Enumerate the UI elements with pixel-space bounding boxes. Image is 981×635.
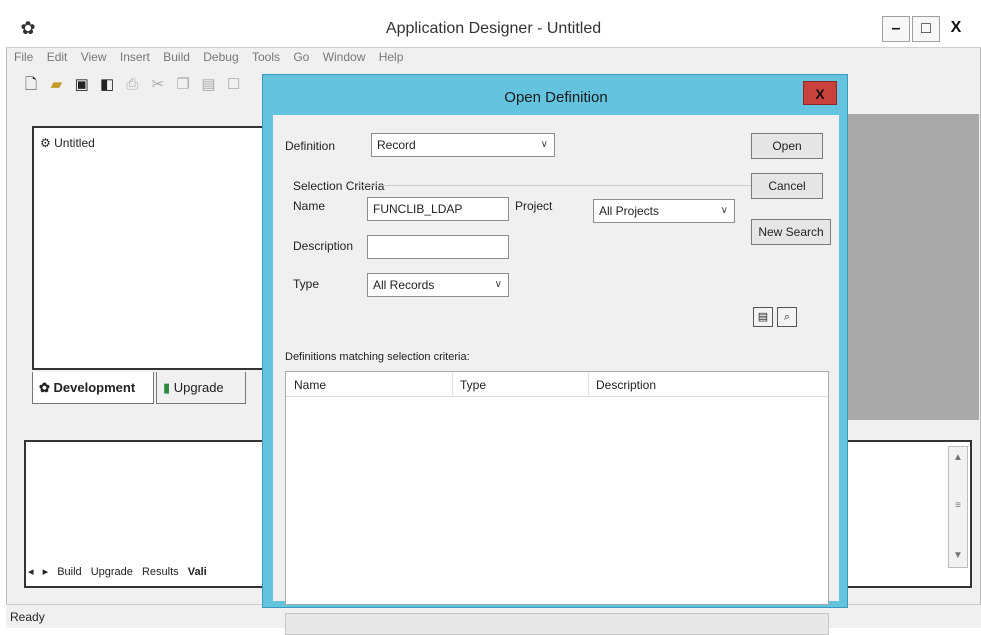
development-icon: ✿ (39, 380, 50, 395)
column-type[interactable]: Type (460, 378, 486, 392)
dialog-body: Definition Record ∨ Selection Criteria N… (273, 115, 839, 635)
new-icon[interactable]: 🗋 (22, 76, 40, 94)
maximize-button[interactable]: □ (912, 16, 940, 42)
menu-view[interactable]: View (81, 50, 107, 64)
copy-icon[interactable]: ❐ (174, 76, 192, 94)
tab-build[interactable]: Build (57, 566, 81, 578)
menu-window[interactable]: Window (323, 50, 366, 64)
menu-file[interactable]: File (14, 50, 33, 64)
header-line (286, 396, 828, 397)
project-label: Project (515, 199, 553, 213)
scroll-up-icon[interactable]: ▲ (949, 449, 967, 467)
title-bar: ✿ Application Designer - Untitled – □ X (6, 8, 981, 48)
project-workspace: ⚙ Untitled (32, 126, 272, 370)
column-divider (588, 372, 589, 396)
menu-bar: File Edit View Insert Build Debug Tools … (14, 50, 413, 70)
cut-icon[interactable]: ✂ (149, 76, 167, 94)
open-icon[interactable]: ▰ (47, 76, 65, 94)
toolbar: 🗋 ▰ ▣ ◧ ⎙ ✂ ❐ ▤ ☐ (22, 76, 247, 100)
menu-edit[interactable]: Edit (47, 50, 68, 64)
dialog-title: Open Definition (504, 89, 608, 106)
open-definition-dialog: Open Definition X Definition Record ∨ Se… (262, 74, 848, 635)
open-button[interactable]: Open (751, 133, 823, 159)
chevron-down-icon: ∨ (540, 139, 548, 150)
menu-help[interactable]: Help (379, 50, 404, 64)
results-label: Definitions matching selection criteria: (285, 351, 470, 363)
tab-results[interactable]: Results (142, 566, 179, 578)
scroll-right-icon[interactable]: ▸ (43, 565, 49, 578)
list-view-icon[interactable]: ▤ (753, 307, 773, 327)
selection-criteria-label: Selection Criteria (293, 179, 385, 193)
column-name[interactable]: Name (294, 378, 326, 392)
menu-debug[interactable]: Debug (203, 50, 238, 64)
output-tabs: ◂ ▸ Build Upgrade Results Vali (28, 565, 213, 585)
paste-icon[interactable]: ▤ (199, 76, 217, 94)
cancel-button[interactable]: Cancel (751, 173, 823, 199)
name-label: Name (293, 199, 326, 213)
type-select[interactable]: All Records ∨ (367, 273, 509, 297)
properties-icon[interactable]: ☐ (225, 76, 243, 94)
new-search-button[interactable]: New Search (751, 219, 831, 245)
save-all-icon[interactable]: ◧ (98, 76, 116, 94)
type-label: Type (293, 277, 320, 291)
upgrade-icon: ▮ (163, 380, 171, 395)
menu-go[interactable]: Go (293, 50, 309, 64)
menu-build[interactable]: Build (163, 50, 190, 64)
project-value: All Projects (599, 204, 660, 218)
tree-item-untitled[interactable]: ⚙ Untitled (40, 136, 95, 150)
tab-validate[interactable]: Vali (188, 566, 207, 578)
project-select[interactable]: All Projects ∨ (593, 199, 735, 223)
minimize-button[interactable]: – (882, 16, 910, 42)
name-input[interactable]: FUNCLIB_LDAP (367, 197, 509, 221)
tab-upgrade[interactable]: ▮ Upgrade (156, 372, 246, 404)
results-list[interactable]: Name Type Description (285, 371, 829, 605)
tree-item-label: Untitled (54, 136, 95, 150)
print-icon[interactable]: ⎙ (123, 76, 141, 94)
column-description[interactable]: Description (596, 378, 656, 392)
menu-tools[interactable]: Tools (252, 50, 280, 64)
tab-development[interactable]: ✿ Development (32, 372, 154, 404)
type-value: All Records (373, 278, 435, 292)
close-button[interactable]: X (942, 16, 970, 42)
description-label: Description (293, 239, 354, 253)
scroll-thumb-icon[interactable]: ≡ (949, 497, 967, 515)
window-title: Application Designer - Untitled (385, 20, 602, 37)
chevron-down-icon: ∨ (720, 205, 728, 216)
project-tabs: ✿ Development ▮ Upgrade (32, 372, 272, 406)
description-input[interactable] (367, 235, 509, 259)
tab-upgrade-label: Upgrade (173, 380, 224, 395)
save-icon[interactable]: ▣ (73, 76, 91, 94)
chevron-down-icon: ∨ (494, 279, 502, 290)
scroll-down-icon[interactable]: ▼ (949, 547, 967, 565)
tab-development-label: Development (53, 380, 136, 395)
search-icon[interactable]: ⌕ (777, 307, 797, 327)
dialog-close-button[interactable]: X (803, 81, 837, 105)
project-icon: ⚙ (40, 136, 51, 150)
tab-upgrade-output[interactable]: Upgrade (91, 566, 133, 578)
definition-select[interactable]: Record ∨ (371, 133, 555, 157)
definition-value: Record (377, 138, 416, 152)
menu-insert[interactable]: Insert (120, 50, 150, 64)
output-scrollbar[interactable]: ▲ ≡ ▼ (948, 446, 968, 568)
status-text: Ready (10, 610, 45, 624)
scroll-left-icon[interactable]: ◂ (28, 565, 34, 578)
selection-criteria-divider (357, 185, 753, 186)
column-divider (452, 372, 453, 396)
workspace-area (846, 114, 979, 420)
definition-label: Definition (285, 139, 336, 153)
